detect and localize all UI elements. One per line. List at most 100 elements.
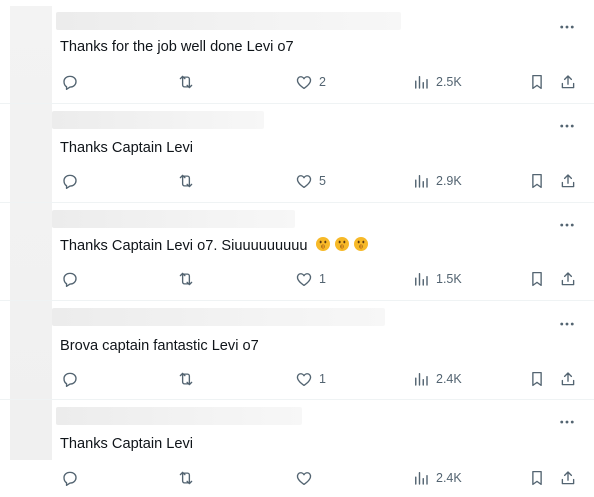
share-icon <box>561 372 575 386</box>
reply-button[interactable] <box>61 269 79 289</box>
share-button[interactable] <box>559 269 577 289</box>
more-horizontal-icon[interactable] <box>558 18 576 36</box>
reply-icon <box>63 272 77 288</box>
like-count: 5 <box>319 174 326 188</box>
reply-actions: 5 2.9K <box>0 171 594 191</box>
retweet-button[interactable] <box>177 468 195 488</box>
reply-icon <box>63 174 77 190</box>
heart-icon <box>296 273 312 287</box>
views-icon <box>415 273 428 286</box>
views-count: 2.4K <box>436 372 462 386</box>
like-button[interactable]: 2 <box>295 72 326 92</box>
share-button[interactable] <box>559 468 577 488</box>
reply-actions: 1 2.4K <box>0 369 594 389</box>
more-horizontal-icon[interactable] <box>558 315 576 333</box>
retweet-button[interactable] <box>177 269 195 289</box>
reply-actions: 2 2.5K <box>0 72 594 92</box>
shushing-face-emoji <box>315 237 330 251</box>
reply-text-content: Thanks Captain Levi <box>60 140 194 156</box>
bookmark-icon <box>532 74 542 90</box>
heart-icon <box>296 373 312 387</box>
retweet-icon <box>179 174 193 188</box>
bookmark-button[interactable] <box>528 369 546 389</box>
reply-text-content: Thanks Captain Levi <box>60 436 194 452</box>
reply-button[interactable] <box>61 171 79 191</box>
views-icon <box>415 373 428 386</box>
bookmark-icon <box>532 371 542 387</box>
retweet-icon <box>179 471 193 485</box>
reply-text: Thanks Captain Levi o7. Siuuuuuuuuu <box>60 236 369 256</box>
reply-text-content: Thanks for the job well done Levi o7 <box>60 39 294 55</box>
views-count: 2.4K <box>436 471 462 485</box>
views-icon <box>415 175 428 188</box>
bookmark-button[interactable] <box>528 468 546 488</box>
heart-icon <box>296 175 312 189</box>
bookmark-icon <box>532 173 542 189</box>
retweet-icon <box>179 372 193 386</box>
more-horizontal-icon[interactable] <box>558 413 576 431</box>
redacted-author-name <box>56 12 401 30</box>
redacted-author-name <box>56 407 302 425</box>
redacted-author-name <box>52 308 385 326</box>
reply-text-content: Thanks Captain Levi o7. Siuuuuuuuuu <box>60 238 308 254</box>
reply-divider <box>0 103 594 104</box>
retweet-button[interactable] <box>177 171 195 191</box>
reply-actions: 1 1.5K <box>0 269 594 289</box>
reply-divider <box>0 399 594 400</box>
reply-divider <box>0 300 594 301</box>
views-count: 1.5K <box>436 272 462 286</box>
redacted-author-name <box>52 111 264 129</box>
share-icon <box>561 174 575 188</box>
reply-text: Thanks Captain Levi <box>60 434 193 454</box>
reply-text-content: Brova captain fantastic Levi o7 <box>60 338 259 354</box>
views-icon <box>415 472 428 485</box>
views-button[interactable]: 2.5K <box>412 72 462 92</box>
bookmark-button[interactable] <box>528 72 546 92</box>
reply-divider <box>0 202 594 203</box>
bookmark-icon <box>532 271 542 287</box>
reply-actions: 2.4K <box>0 468 594 488</box>
bookmark-button[interactable] <box>528 171 546 191</box>
like-count: 2 <box>319 75 326 89</box>
share-icon <box>561 471 575 485</box>
views-count: 2.9K <box>436 174 462 188</box>
views-button[interactable]: 2.4K <box>412 369 462 389</box>
bookmark-icon <box>532 470 542 486</box>
views-button[interactable]: 2.9K <box>412 171 462 191</box>
share-button[interactable] <box>559 171 577 191</box>
redacted-author-name <box>52 210 295 228</box>
share-icon <box>561 272 575 286</box>
views-button[interactable]: 1.5K <box>412 269 462 289</box>
share-button[interactable] <box>559 72 577 92</box>
reply-text: Thanks for the job well done Levi o7 <box>60 37 294 57</box>
reply-button[interactable] <box>61 468 79 488</box>
like-button[interactable]: 1 <box>295 269 326 289</box>
views-button[interactable]: 2.4K <box>412 468 462 488</box>
more-horizontal-icon[interactable] <box>558 216 576 234</box>
like-button[interactable]: 1 <box>295 369 326 389</box>
views-icon <box>415 76 428 89</box>
more-horizontal-icon[interactable] <box>558 117 576 135</box>
retweet-icon <box>179 75 193 89</box>
retweet-button[interactable] <box>177 369 195 389</box>
reply-icon <box>63 372 77 388</box>
reply-button[interactable] <box>61 369 79 389</box>
like-count: 1 <box>319 272 326 286</box>
heart-icon <box>296 76 312 90</box>
reply-text: Thanks Captain Levi <box>60 138 193 158</box>
retweet-icon <box>179 272 193 286</box>
shushing-face-emoji <box>353 237 368 251</box>
bookmark-button[interactable] <box>528 269 546 289</box>
like-button[interactable]: 5 <box>295 171 326 191</box>
views-count: 2.5K <box>436 75 462 89</box>
share-icon <box>561 75 575 89</box>
retweet-button[interactable] <box>177 72 195 92</box>
reply-button[interactable] <box>61 72 79 92</box>
emoji-group <box>307 237 368 254</box>
reply-icon <box>63 471 77 487</box>
like-button[interactable] <box>295 468 313 488</box>
share-button[interactable] <box>559 369 577 389</box>
like-count: 1 <box>319 372 326 386</box>
shushing-face-emoji <box>334 237 349 251</box>
reply-icon <box>63 75 77 91</box>
